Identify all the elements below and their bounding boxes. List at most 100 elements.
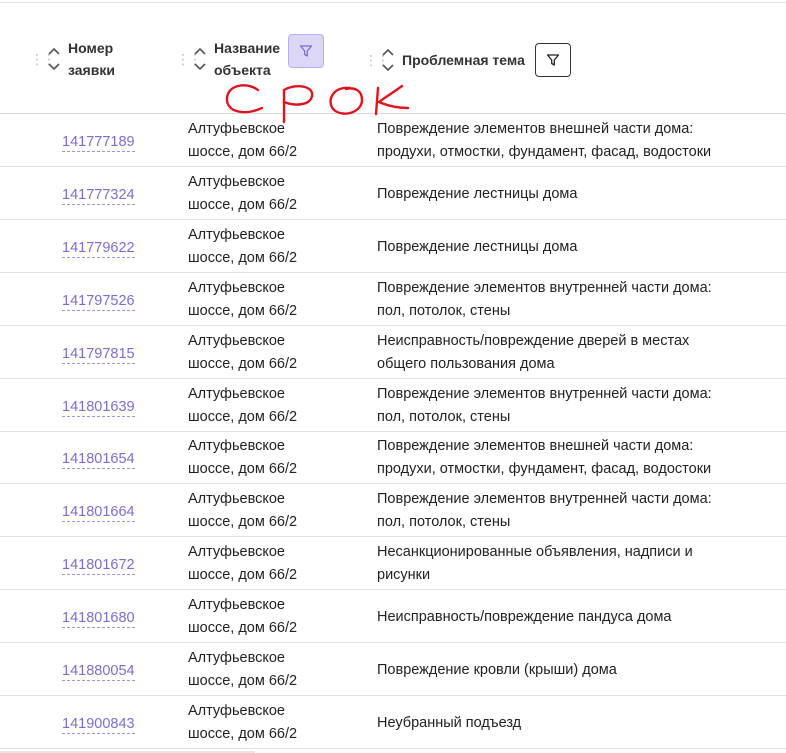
drag-handle-icon[interactable]: ⋮⋮ [364, 53, 390, 67]
column-header-topic: ⋮⋮ Проблемная тема [364, 43, 571, 77]
object-name-cell: Алтуфьевское шоссе, дом 66/2 [188, 277, 297, 323]
request-number-link[interactable]: 141777324 [62, 186, 135, 205]
object-name-cell: Алтуфьевское шоссе, дом 66/2 [188, 647, 297, 693]
table-row[interactable]: 141797815 Алтуфьевское шоссе, дом 66/2 Неис… [0, 327, 786, 379]
request-number-link[interactable]: 141801680 [62, 609, 135, 628]
object-name-cell: Алтуфьевское шоссе, дом 66/2 [188, 330, 297, 376]
object-name-cell: Алтуфьевское шоссе, дом 66/2 [188, 224, 297, 270]
object-name-cell: Алтуфьевское шоссе, дом 66/2 [188, 488, 297, 534]
problem-topic-line: пол, потолок, стены [377, 514, 511, 530]
table-row[interactable]: 141797526 Алтуфьевское шоссе, дом 66/2 Повр… [0, 274, 786, 326]
column-label-object[interactable]: Название объекта [214, 37, 280, 81]
sort-control[interactable] [380, 48, 396, 72]
problem-topic-line: пол, потолок, стены [377, 409, 511, 425]
column-label-number[interactable]: Номер заявки [68, 37, 115, 81]
problem-topic-line: Повреждение элементов внутренней части д… [377, 491, 712, 507]
request-number-link[interactable]: 141777189 [62, 133, 135, 152]
request-number-link[interactable]: 141801664 [62, 503, 135, 522]
object-name-line: шоссе, дом 66/2 [188, 197, 298, 213]
object-name-line: шоссе, дом 66/2 [188, 461, 298, 477]
object-name-cell: Алтуфьевское шоссе, дом 66/2 [188, 435, 297, 481]
object-name-line: шоссе, дом 66/2 [188, 514, 298, 530]
problem-topic-cell: Повреждение лестницы дома [377, 183, 577, 206]
object-name-line: шоссе, дом 66/2 [188, 620, 298, 636]
object-name-line: шоссе, дом 66/2 [188, 250, 298, 266]
object-name-line: Алтуфьевское [188, 544, 285, 560]
problem-topic-cell: Повреждение элементов внутренней части д… [377, 488, 712, 534]
table-row[interactable]: 141801680 Алтуфьевское шоссе, дом 66/2 Неис… [0, 591, 786, 643]
filter-icon [546, 54, 560, 66]
object-name-line: шоссе, дом 66/2 [188, 356, 298, 372]
table-row[interactable]: 141900843 Алтуфьевское шоссе, дом 66/2 Неуб… [0, 697, 786, 749]
table-row[interactable]: 141801654 Алтуфьевское шоссе, дом 66/2 Повр… [0, 432, 786, 484]
object-name-line: Алтуфьевское [188, 227, 285, 243]
sort-desc-icon[interactable] [382, 64, 394, 72]
object-name-line: Алтуфьевское [188, 703, 285, 719]
problem-topic-cell: Неубранный подъезд [377, 712, 521, 735]
sort-control[interactable] [192, 47, 208, 71]
problem-topic-cell: Повреждение элементов внутренней части д… [377, 277, 712, 323]
table-row[interactable]: 141777324 Алтуфьевское шоссе, дом 66/2 Повр… [0, 168, 786, 220]
request-number-link[interactable]: 141797815 [62, 345, 135, 364]
sort-control[interactable] [46, 47, 62, 71]
problem-topic-line: продухи, отмостки, фундамент, фасад, вод… [377, 461, 712, 477]
table-row[interactable]: 141779622 Алтуфьевское шоссе, дом 66/2 Повр… [0, 221, 786, 273]
object-name-cell: Алтуфьевское шоссе, дом 66/2 [188, 118, 297, 164]
sort-asc-icon[interactable] [194, 47, 206, 55]
sort-asc-icon[interactable] [382, 48, 394, 56]
problem-topic-line: Неубранный подъезд [377, 715, 522, 731]
request-number-link[interactable]: 141880054 [62, 662, 135, 681]
object-name-line: шоссе, дом 66/2 [188, 409, 298, 425]
filter-button-topic[interactable] [534, 43, 571, 77]
drag-handle-icon[interactable]: ⋮⋮ [176, 52, 202, 66]
problem-topic-line: рисунки [377, 567, 431, 583]
object-name-line: Алтуфьевское [188, 650, 285, 666]
problem-topic-line: Неисправность/повреждение дверей в места… [377, 333, 690, 349]
request-number-link[interactable]: 141797526 [62, 292, 135, 311]
problem-topic-cell: Повреждение элементов внешней части дома… [377, 118, 711, 164]
object-name-cell: Алтуфьевское шоссе, дом 66/2 [188, 541, 297, 587]
table-row[interactable]: 141777189 Алтуфьевское шоссе, дом 66/2 Повр… [0, 115, 786, 167]
problem-topic-cell: Несанкционированные объявления, надписи … [377, 541, 693, 587]
problem-topic-cell: Повреждение элементов внутренней части д… [377, 383, 712, 429]
problem-topic-line: Неисправность/повреждение пандуса дома [377, 609, 672, 625]
problem-topic-line: Повреждение кровли (крыши) дома [377, 662, 617, 678]
request-number-link[interactable]: 141900843 [62, 715, 135, 734]
filter-button-object[interactable] [288, 34, 325, 68]
drag-handle-icon[interactable]: ⋮⋮ [30, 52, 56, 66]
table-row[interactable]: 141880054 Алтуфьевское шоссе, дом 66/2 Повр… [0, 644, 786, 696]
object-name-line: Алтуфьевское [188, 121, 285, 137]
object-name-line: шоссе, дом 66/2 [188, 673, 298, 689]
problem-topic-cell: Повреждение кровли (крыши) дома [377, 659, 617, 682]
problem-topic-line: продухи, отмостки, фундамент, фасад, вод… [377, 144, 712, 160]
problem-topic-line: Несанкционированные объявления, надписи … [377, 544, 693, 560]
table-row[interactable]: 141801664 Алтуфьевское шоссе, дом 66/2 Повр… [0, 485, 786, 537]
table-header: ⋮⋮ Номер заявки ⋮⋮ Название объекта ⋮⋮ П… [0, 3, 786, 113]
object-name-line: Алтуфьевское [188, 491, 285, 507]
sort-desc-icon[interactable] [48, 63, 60, 71]
request-number-link[interactable]: 141801654 [62, 450, 135, 469]
filter-icon [299, 45, 313, 57]
sort-asc-icon[interactable] [48, 47, 60, 55]
table-row[interactable]: 141801672 Алтуфьевское шоссе, дом 66/2 Неса… [0, 538, 786, 590]
problem-topic-line: Повреждение элементов внешней части дома… [377, 438, 694, 454]
problem-topic-cell: Неисправность/повреждение дверей в места… [377, 330, 689, 376]
column-label-topic[interactable]: Проблемная тема [402, 49, 525, 71]
table-row[interactable]: 141801639 Алтуфьевское шоссе, дом 66/2 Повр… [0, 380, 786, 432]
problem-topic-line: Повреждение лестницы дома [377, 239, 578, 255]
object-name-cell: Алтуфьевское шоссе, дом 66/2 [188, 383, 297, 429]
problem-topic-line: Повреждение элементов внутренней части д… [377, 386, 712, 402]
problem-topic-line: Повреждение элементов внешней части дома… [377, 121, 694, 137]
object-name-line: шоссе, дом 66/2 [188, 567, 298, 583]
request-number-link[interactable]: 141779622 [62, 239, 135, 258]
object-name-line: Алтуфьевское [188, 597, 285, 613]
request-number-link[interactable]: 141801639 [62, 398, 135, 417]
request-number-link[interactable]: 141801672 [62, 556, 135, 575]
sort-desc-icon[interactable] [194, 63, 206, 71]
problem-topic-line: общего пользования дома [377, 356, 555, 372]
object-name-line: Алтуфьевское [188, 174, 285, 190]
object-name-line: Алтуфьевское [188, 280, 285, 296]
problem-topic-line: Повреждение лестницы дома [377, 186, 578, 202]
object-name-cell: Алтуфьевское шоссе, дом 66/2 [188, 171, 297, 217]
object-name-line: Алтуфьевское [188, 438, 285, 454]
